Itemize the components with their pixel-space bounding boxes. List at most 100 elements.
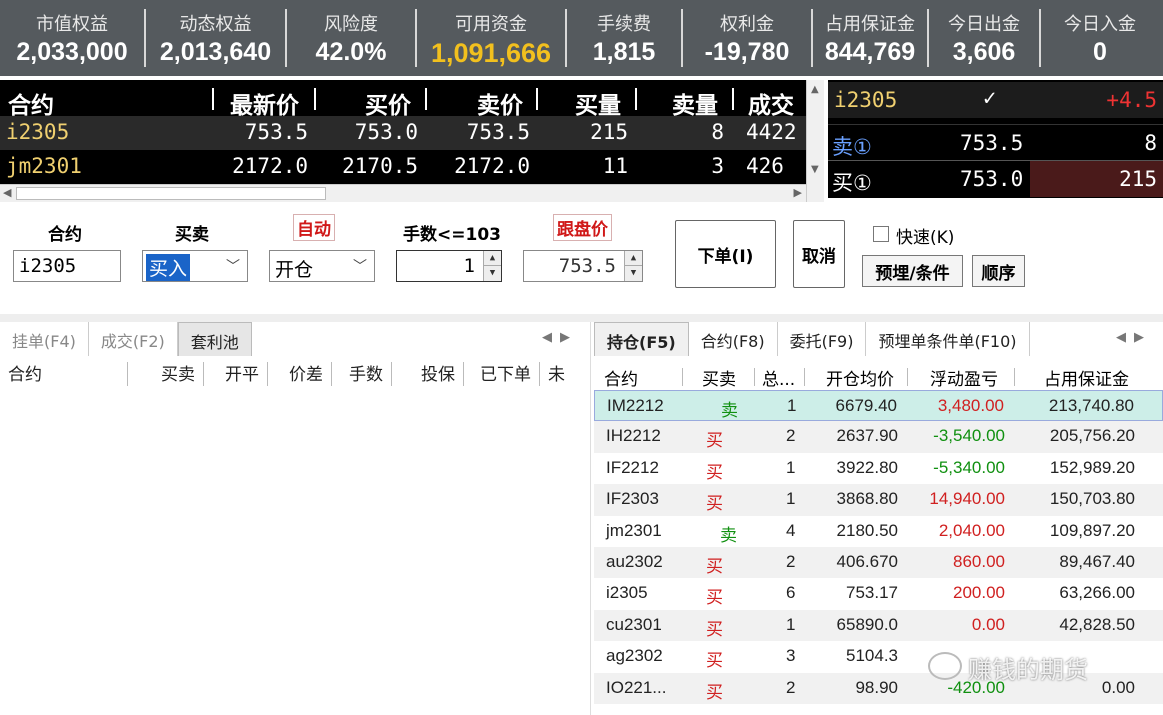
- quote-col-header[interactable]: 卖量: [672, 86, 718, 120]
- pos-side: 卖: [721, 401, 738, 420]
- left-col-header[interactable]: 手数: [332, 362, 392, 386]
- left-col-header[interactable]: 已下单: [464, 362, 540, 386]
- pos-floating-pnl: -5,340.00: [933, 457, 1005, 477]
- left-col-header[interactable]: 买卖: [128, 362, 204, 386]
- pos-lots: 1: [786, 457, 796, 477]
- cancel-button[interactable]: 取消: [793, 220, 845, 288]
- tab-trades[interactable]: 成交(F2): [89, 322, 178, 356]
- watermark-text: 赚钱的期货: [968, 656, 1088, 684]
- quote-horizontal-scrollbar[interactable]: ◀ ▶: [0, 184, 806, 202]
- table-row[interactable]: i2305 买 6 753.17 200.00 63,266.00: [594, 578, 1163, 609]
- column-divider: [804, 368, 805, 386]
- lots-spinner[interactable]: ▲ ▼: [483, 251, 501, 281]
- tab-nav-arrows-icon[interactable]: ◀▶: [542, 330, 578, 345]
- fast-order-checkbox[interactable]: [873, 226, 889, 242]
- preset-condition-button[interactable]: 预埋/条件: [862, 255, 963, 287]
- pos-side: 买: [706, 651, 723, 671]
- summary-fees: 手续费 1,815: [567, 0, 681, 76]
- table-row[interactable]: IM2212 卖 1 6679.40 3,480.00 213,740.80: [594, 390, 1163, 422]
- sequence-button[interactable]: 顺序: [972, 255, 1025, 287]
- contract-input[interactable]: i2305: [13, 250, 121, 282]
- left-col-header[interactable]: 投保: [392, 362, 464, 386]
- right-tab-bar: 持仓(F5) 合约(F8) 委托(F9) 预埋单条件单(F10): [594, 322, 1030, 356]
- quote-header-row: 合约 最新价 买价 卖价 买量 卖量 成交: [0, 82, 806, 119]
- offset-select-value: 开仓: [275, 259, 314, 281]
- quote-row[interactable]: i2305 753.5 753.0 753.5 215 8 4422: [0, 116, 806, 150]
- table-row[interactable]: IF2303 买 1 3868.80 14,940.00 150,703.80: [594, 484, 1163, 516]
- table-row[interactable]: au2302 买 2 406.670 860.00 89,467.40: [594, 546, 1163, 579]
- summary-value: 844,769: [824, 38, 916, 66]
- increment-icon[interactable]: ▲: [484, 251, 501, 266]
- pos-symbol: IF2212: [606, 457, 659, 477]
- depth-ask-level-1[interactable]: 卖① 753.5 8: [828, 124, 1163, 160]
- decrement-icon[interactable]: ▼: [484, 266, 501, 281]
- tab-contracts[interactable]: 合约(F8): [689, 322, 778, 356]
- table-row[interactable]: IF2212 买 1 3922.80 -5,340.00 152,989.20: [594, 453, 1163, 484]
- fast-order-label[interactable]: 快速(K): [896, 223, 954, 248]
- quote-col-header[interactable]: 买量: [575, 86, 621, 120]
- quote-col-header[interactable]: 买价: [365, 86, 411, 120]
- column-divider: [536, 88, 538, 110]
- quote-col-header[interactable]: 合约: [8, 86, 54, 120]
- tab-positions[interactable]: 持仓(F5): [594, 322, 689, 356]
- scroll-thumb[interactable]: [16, 187, 326, 200]
- pos-symbol: IH2212: [606, 426, 661, 446]
- chevron-down-icon: ﹀: [353, 259, 367, 275]
- table-row[interactable]: cu2301 买 1 65890.0 0.00 42,828.50: [594, 609, 1163, 642]
- left-col-header[interactable]: 未: [540, 362, 586, 386]
- price-spinner[interactable]: ▲ ▼: [624, 251, 642, 281]
- pos-col-header[interactable]: 合约: [604, 365, 638, 390]
- pos-col-header[interactable]: 总...: [762, 365, 795, 390]
- lots-value: 1: [463, 255, 475, 277]
- scroll-down-icon[interactable]: ▼: [811, 164, 819, 175]
- scroll-right-icon[interactable]: ▶: [794, 186, 802, 199]
- table-row[interactable]: IH2212 买 2 2637.90 -3,540.00 205,756.20: [594, 421, 1163, 453]
- table-row[interactable]: jm2301 卖 4 2180.50 2,040.00 109,897.20: [594, 516, 1163, 547]
- lots-stepper[interactable]: 1 ▲ ▼: [396, 250, 502, 282]
- tab-nav-arrows-icon[interactable]: ◀▶: [1116, 330, 1152, 345]
- pos-side: 买: [706, 431, 723, 451]
- depth-bid-level-1[interactable]: 买① 753.0 215: [828, 160, 1163, 197]
- quote-volume: 4422: [746, 120, 797, 144]
- quote-col-header[interactable]: 成交: [748, 86, 794, 120]
- pos-margin: 109,897.20: [1049, 520, 1135, 540]
- pos-col-header[interactable]: 浮动盈亏: [930, 365, 998, 390]
- auto-offset-toggle[interactable]: 自动: [293, 214, 335, 241]
- panel-divider: [0, 314, 1163, 322]
- scroll-left-icon[interactable]: ◀: [3, 186, 11, 199]
- submit-order-button[interactable]: 下单(I): [675, 220, 776, 288]
- price-mode-toggle[interactable]: 跟盘价: [553, 214, 612, 241]
- quote-col-header[interactable]: 最新价: [230, 86, 299, 120]
- side-select[interactable]: 买入 ﹀: [142, 250, 248, 282]
- offset-select[interactable]: 开仓 ﹀: [269, 250, 375, 282]
- pos-avg-price: 2637.90: [836, 426, 898, 446]
- pos-symbol: IO221...: [606, 677, 667, 697]
- pos-symbol: cu2301: [606, 614, 662, 634]
- tick-icon: ✓: [983, 86, 997, 111]
- pos-side: 买: [706, 462, 723, 482]
- summary-value: 2,013,640: [159, 38, 272, 66]
- pos-col-header[interactable]: 开仓均价: [826, 365, 894, 390]
- pos-col-header[interactable]: 买卖: [702, 365, 736, 390]
- column-divider: [425, 88, 427, 110]
- summary-deposit-today: 今日入金 0: [1041, 0, 1159, 76]
- tab-orders[interactable]: 委托(F9): [778, 322, 867, 356]
- tab-preset-conditional[interactable]: 预埋单条件单(F10): [866, 322, 1030, 356]
- tab-arbitrage-pool[interactable]: 套利池: [177, 322, 252, 356]
- left-col-header[interactable]: 价差: [268, 362, 332, 386]
- quote-vertical-scrollbar[interactable]: ▲ ▼: [806, 80, 824, 202]
- left-col-header[interactable]: 合约: [0, 362, 128, 386]
- left-col-header[interactable]: 开平: [204, 362, 268, 386]
- increment-icon[interactable]: ▲: [625, 251, 642, 266]
- decrement-icon[interactable]: ▼: [625, 266, 642, 281]
- tab-pending-orders[interactable]: 挂单(F4): [0, 322, 89, 356]
- pos-margin: 42,828.50: [1059, 614, 1135, 634]
- quote-row[interactable]: jm2301 2172.0 2170.5 2172.0 11 3 426: [0, 150, 806, 184]
- summary-margin: 占用保证金 844,769: [813, 0, 927, 76]
- price-stepper[interactable]: 753.5 ▲ ▼: [523, 250, 643, 282]
- quote-col-header[interactable]: 卖价: [477, 86, 523, 120]
- scroll-up-icon[interactable]: ▲: [811, 84, 819, 95]
- pos-col-header[interactable]: 占用保证金: [1044, 365, 1129, 390]
- summary-withdraw-today: 今日出金 3,606: [929, 0, 1039, 76]
- summary-label: 占用保证金: [825, 14, 915, 35]
